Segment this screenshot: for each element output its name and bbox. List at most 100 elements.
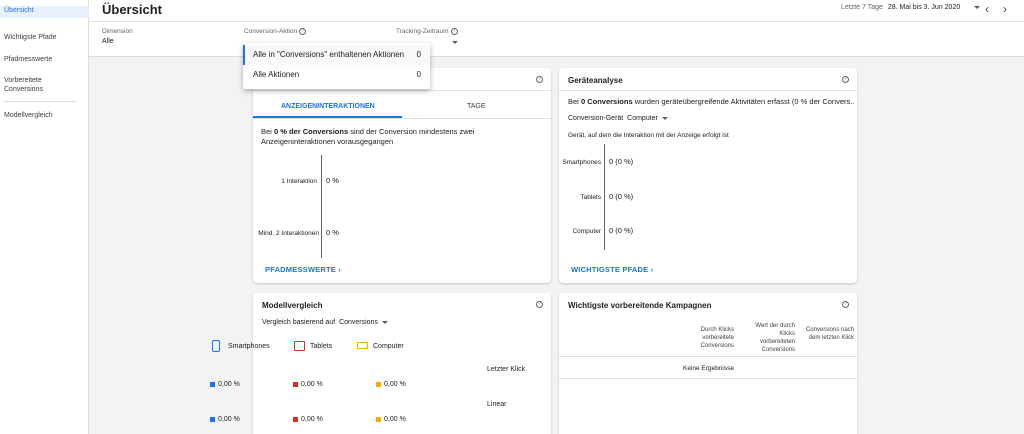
summary-prefix: Bei (568, 97, 581, 106)
row-label: 1 Interaktion (281, 178, 317, 185)
date-range-value: 28. Mai bis 3. Jun 2020 (887, 4, 961, 11)
sidebar-divider (4, 101, 76, 102)
compare-selector[interactable]: Vergleich basierend auf Conversions (262, 318, 388, 328)
table-divider (559, 378, 857, 379)
chevron-left-icon[interactable]: ‹ (985, 2, 989, 16)
card-divider (253, 90, 551, 91)
dimension-label: Dimension (102, 28, 133, 35)
table-header-divider (559, 356, 857, 357)
dropdown-option[interactable]: Alle Aktionen 0 (243, 65, 430, 85)
tab-days[interactable]: TAGE (467, 102, 486, 112)
dropdown-option-label: Alle in "Conversions" enthaltenen Aktion… (253, 50, 405, 59)
path-metrics-link[interactable]: PFADMESSWERTE › (265, 265, 341, 274)
tabs-divider (253, 118, 551, 119)
page-title: Übersicht (102, 2, 162, 17)
top-paths-link[interactable]: WICHTIGSTE PFADE › (571, 265, 653, 274)
blue-square-icon (210, 416, 215, 422)
column-header[interactable]: Conversions nach dem letzten Klick (804, 326, 854, 342)
column-header[interactable]: Durch Klicks vorbereitete Conversions (689, 326, 734, 350)
header: Übersicht Letzte 7 Tage 28. Mai bis 3. J… (89, 0, 1024, 57)
header-divider (89, 21, 1024, 22)
smartphone-icon (212, 340, 220, 352)
link-label: WICHTIGSTE PFADE (571, 265, 649, 274)
row-label: Tablets (580, 194, 601, 201)
chevron-down-icon[interactable] (452, 41, 458, 44)
date-range-label: Letzte 7 Tage (841, 4, 883, 11)
sidebar-item-top-paths[interactable]: Wichtigste Pfade (0, 33, 89, 42)
summary-highlight: 0 Conversions (580, 97, 633, 106)
row-value: 0 (0 %) (609, 192, 634, 201)
legend-label: Computer (373, 343, 404, 350)
value: 0,00 % (384, 381, 406, 388)
row-value: 0 % (326, 176, 339, 185)
dropdown-option-count: 0 (416, 70, 421, 79)
help-icon[interactable]: ? (450, 28, 458, 35)
device-analysis-card: Geräteanalyse ? Bei 0 Conversions wurden… (559, 68, 857, 283)
blue-square-icon (210, 381, 215, 387)
tracking-period-label: Tracking-Zeitraum (396, 28, 449, 36)
chevron-right-icon: › (650, 265, 654, 274)
yellow-square-icon (376, 416, 381, 422)
row-label: Mind. 2 Interaktionen (258, 230, 319, 237)
conversion-action-dropdown[interactable]: Alle in "Conversions" enthaltenen Aktion… (243, 43, 430, 89)
summary-highlight: 0 % der Conversions (273, 127, 349, 136)
column-header[interactable]: Wert der durch Klicks vorbereiteten Conv… (747, 322, 795, 354)
model-value-smartphones: 0,00 % (210, 380, 240, 390)
value: 0,00 % (218, 416, 240, 423)
computer-icon (357, 342, 368, 349)
model-value-tablets: 0,00 % (293, 380, 323, 390)
dimension-value[interactable]: Alle (102, 38, 114, 45)
conversion-action-filter[interactable]: Conversion-Aktion? (244, 28, 307, 36)
value: 0,00 % (218, 381, 240, 388)
sidebar-item-path-metrics[interactable]: Pfadmesswerte (0, 55, 89, 64)
red-square-icon (293, 416, 298, 422)
legend-label: Tablets (310, 343, 333, 350)
card-title: Wichtigste vorbereitende Kampagnen (568, 301, 712, 310)
date-range-selector[interactable]: Letzte 7 Tage 28. Mai bis 3. Jun 2020 (841, 4, 981, 11)
conversion-action-label: Conversion-Aktion (244, 28, 298, 36)
value: 0,00 % (301, 381, 323, 388)
sidebar-item-overview[interactable]: Übersicht (0, 6, 89, 18)
dropdown-option[interactable]: Alle in "Conversions" enthaltenen Aktion… (243, 45, 430, 65)
row-value: 0 % (326, 228, 339, 237)
compare-label: Vergleich basierend auf (262, 319, 336, 326)
sidebar-item-model-comparison[interactable]: Modellvergleich (0, 111, 89, 120)
tracking-period-filter[interactable]: Tracking-Zeitraum? (396, 28, 458, 35)
selector-label: Conversion-Gerät (568, 115, 624, 122)
help-icon[interactable]: ? (536, 301, 543, 308)
device-subtitle: Gerät, auf dem die Interaktion mit der A… (568, 132, 729, 139)
chart-axis (604, 144, 605, 250)
device-summary: Bei 0 Conversions wurden geräteübergreif… (568, 97, 854, 107)
help-icon[interactable]: ? (299, 28, 307, 35)
help-icon[interactable]: ? (536, 76, 543, 83)
help-icon[interactable]: ? (842, 76, 849, 83)
row-label: Smartphones (562, 159, 601, 166)
sidebar-item-assisted-conversions[interactable]: Vorbereitete Conversions (0, 76, 60, 94)
interactions-card: ? ANZEIGENINTERAKTIONEN TAGE Bei 0 % der… (253, 68, 551, 283)
summary-prefix: Bei (261, 127, 274, 136)
model-value-computer: 0,00 % (376, 380, 406, 390)
conversion-device-selector[interactable]: Conversion-Gerät Computer (568, 114, 668, 124)
interactions-summary: Bei 0 % der Conversions sind der Convers… (261, 127, 546, 147)
chevron-right-icon[interactable]: › (1003, 2, 1007, 16)
summary-suffix: wurden geräteübergreifende Aktivitäten e… (632, 97, 854, 106)
help-icon[interactable]: ? (842, 301, 849, 308)
model-value-computer: 0,00 % (376, 415, 406, 425)
model-label: Letzter Klick (487, 366, 526, 373)
empty-state: Keine Ergebnisse (683, 365, 734, 372)
chevron-down-icon (661, 116, 668, 120)
card-title: Geräteanalyse (568, 76, 623, 85)
model-value-smartphones: 0,00 % (210, 415, 240, 425)
model-value-tablets: 0,00 % (293, 415, 323, 425)
value: 0,00 % (301, 416, 323, 423)
chevron-down-icon (381, 320, 388, 324)
card-divider (559, 90, 857, 91)
chevron-down-icon (974, 5, 981, 9)
model-label: Linear (487, 401, 507, 408)
row-label: Computer (572, 228, 601, 235)
dropdown-option-label: Alle Aktionen (253, 70, 300, 79)
row-value: 0 (0 %) (609, 226, 634, 235)
card-title: Modellvergleich (262, 301, 323, 310)
dropdown-option-count: 0 (416, 50, 421, 59)
tab-ad-interactions[interactable]: ANZEIGENINTERAKTIONEN (281, 102, 375, 112)
